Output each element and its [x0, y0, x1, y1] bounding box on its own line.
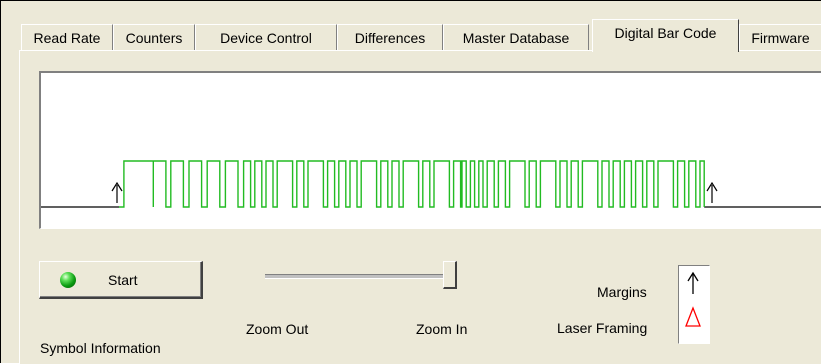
- tab-strip: Read Rate Counters Device Control Differ…: [19, 19, 821, 52]
- margin-marker-left: [111, 181, 123, 203]
- status-led-icon: [60, 272, 76, 288]
- triangle-icon: [685, 306, 701, 327]
- tab-firmware[interactable]: Firmware: [739, 24, 821, 50]
- tab-label: Counters: [125, 29, 183, 46]
- tab-label: Master Database: [462, 29, 570, 46]
- tab-device-control[interactable]: Device Control: [195, 24, 337, 50]
- tab-label: Device Control: [220, 29, 312, 46]
- margin-marker-right: [706, 181, 718, 203]
- tab-label: Read Rate: [33, 29, 101, 46]
- zoom-out-label: Zoom Out: [246, 321, 309, 337]
- tab-counters[interactable]: Counters: [113, 24, 195, 50]
- start-button[interactable]: Start: [39, 261, 203, 299]
- window-frame: Read Rate Counters Device Control Differ…: [0, 0, 821, 364]
- tab-differences[interactable]: Differences: [337, 24, 443, 50]
- legend-box: [678, 265, 710, 344]
- symbol-information-label: Symbol Information: [40, 340, 161, 356]
- zoom-in-label: Zoom In: [416, 321, 468, 337]
- bar-code-signal-display: [39, 71, 821, 229]
- laser-framing-legend-label: Laser Framing: [557, 320, 648, 336]
- up-arrow-icon: [687, 271, 699, 294]
- margins-legend-label: Margins: [597, 284, 647, 300]
- tab-master-database[interactable]: Master Database: [443, 24, 589, 50]
- zoom-slider-track: [265, 274, 455, 279]
- signal-waveform: [119, 160, 705, 208]
- tab-label: Digital Bar Code: [614, 25, 717, 41]
- start-button-label: Start: [108, 272, 138, 288]
- bar-code-waveform: [41, 160, 821, 208]
- tab-read-rate[interactable]: Read Rate: [21, 24, 113, 50]
- digital-bar-code-panel: Start Symbol Information Zoom Out Zoom I…: [19, 50, 821, 364]
- tab-label: Differences: [354, 29, 426, 46]
- tab-digital-bar-code[interactable]: Digital Bar Code: [592, 19, 739, 52]
- legend-icons: [685, 271, 701, 327]
- zoom-slider-thumb[interactable]: [443, 261, 457, 289]
- tab-label: Firmware: [751, 29, 810, 46]
- zoom-slider[interactable]: [260, 261, 460, 291]
